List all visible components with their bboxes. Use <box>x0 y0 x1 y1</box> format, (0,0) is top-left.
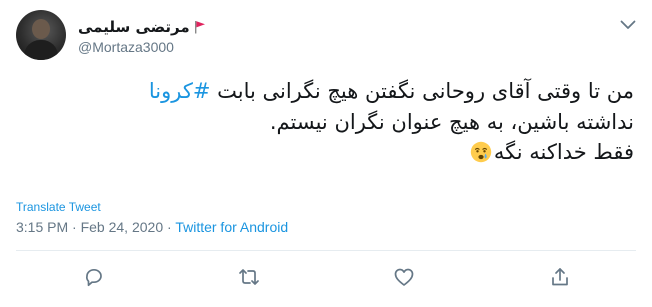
retweet-icon[interactable] <box>237 265 261 289</box>
chevron-down-icon[interactable] <box>617 14 639 36</box>
user-info: مرتضی سلیمی @Mortaza3000 <box>78 16 206 55</box>
red-flag-icon <box>194 20 206 34</box>
divider <box>16 250 636 251</box>
avatar[interactable] <box>16 10 66 60</box>
share-icon[interactable] <box>548 265 572 289</box>
tweet-source-link[interactable]: Twitter for Android <box>175 219 288 235</box>
tweet-line-1: من تا وقتی آقای روحانی نگفتن هیچ نگرانی … <box>148 79 634 103</box>
meta-separator-2: · <box>163 219 176 235</box>
display-name[interactable]: مرتضی سلیمی <box>78 18 190 36</box>
tweet-meta: 3:15 PM · Feb 24, 2020 · Twitter for And… <box>16 219 288 235</box>
reply-icon[interactable] <box>82 265 106 289</box>
tweet-time[interactable]: 3:15 PM <box>16 219 68 235</box>
translate-tweet-link[interactable]: Translate Tweet <box>16 200 101 214</box>
hashtag-link[interactable]: #کرونا <box>149 79 211 103</box>
tweet-text: من تا وقتی آقای روحانی نگفتن هیچ نگرانی … <box>14 76 634 168</box>
heart-icon[interactable] <box>392 265 416 289</box>
tweet-header: مرتضی سلیمی @Mortaza3000 <box>16 10 206 60</box>
tweet-line-2: نداشته باشین، به هیچ عنوان نگران نیستم. <box>269 109 634 134</box>
meta-separator: · <box>68 219 81 235</box>
tweet-actions <box>82 265 582 291</box>
tweet-date[interactable]: Feb 24, 2020 <box>81 219 164 235</box>
user-handle[interactable]: @Mortaza3000 <box>78 39 206 55</box>
tweet-line-3: فقط خداکنه نگه <box>14 137 634 168</box>
crying-face-icon <box>470 141 492 163</box>
